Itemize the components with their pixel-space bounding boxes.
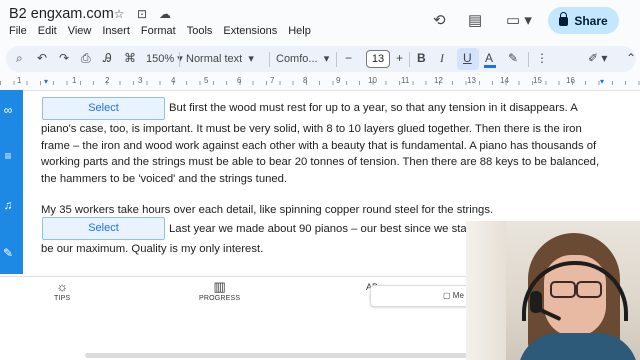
nav-tips-label: TIPS: [54, 295, 71, 302]
meet-camera-icon[interactable]: ▭ ▾: [506, 11, 532, 29]
italic-button[interactable]: I: [440, 51, 444, 66]
collapse-toolbar-icon[interactable]: ⌃: [626, 51, 636, 65]
select-dropdown[interactable]: Select: [42, 217, 165, 240]
more-options-icon[interactable]: ⋮: [536, 51, 548, 65]
ruler-number: 14: [500, 76, 509, 85]
lightbulb-icon: ☼: [56, 279, 69, 294]
editing-mode-icon[interactable]: ✐ ▾: [588, 51, 607, 65]
menu-tools[interactable]: Tools: [187, 25, 213, 37]
meet-label: Me: [452, 291, 464, 300]
ruler-ticks: [0, 81, 640, 85]
bold-button[interactable]: B: [417, 51, 426, 65]
paragraph-style-select[interactable]: Normal text ▾: [186, 52, 254, 65]
meet-pill[interactable]: ▢ Me: [370, 285, 470, 307]
right-indent-marker-icon[interactable]: ▾: [600, 77, 604, 86]
redo-icon[interactable]: ↷: [59, 51, 69, 65]
zoom-select[interactable]: 150% ▾: [146, 52, 183, 65]
pencil-icon[interactable]: ✎: [0, 245, 16, 261]
font-value: Comfo...: [276, 53, 318, 65]
version-history-icon[interactable]: ⟲: [433, 11, 446, 29]
ruler-number: 4: [171, 76, 176, 85]
comments-icon[interactable]: ▤: [468, 11, 482, 29]
ruler-number: 16: [566, 76, 575, 85]
font-size-input[interactable]: 13: [366, 50, 390, 68]
paragraph-1-line-1: But first the wood must rest for up to a…: [169, 102, 578, 114]
ruler-number: 8: [303, 76, 308, 85]
ruler-number: 6: [237, 76, 242, 85]
chat-icon: ▢: [443, 291, 451, 300]
indent-marker-icon[interactable]: ▾: [44, 77, 48, 86]
document-title[interactable]: B2 engxam.com: [9, 6, 114, 22]
paragraph-1-line-4: working parts and the strings must be ab…: [41, 156, 600, 168]
style-value: Normal text: [186, 53, 243, 65]
menu-help[interactable]: Help: [288, 25, 311, 37]
zoom-value: 150%: [146, 53, 175, 65]
spellcheck-icon[interactable]: Ꭿ: [103, 51, 112, 66]
toolbar-divider: [528, 52, 529, 67]
cloud-status-icon[interactable]: ☁: [157, 7, 173, 21]
select-dropdown[interactable]: Select: [42, 97, 165, 120]
toolbar-divider: [269, 52, 270, 67]
menu-edit[interactable]: Edit: [38, 25, 57, 37]
ruler-number: 13: [467, 76, 476, 85]
decrease-font-size-button[interactable]: −: [345, 51, 352, 65]
ruler-number: 3: [138, 76, 143, 85]
menu-format[interactable]: Format: [141, 25, 176, 37]
ruler-number: 9: [336, 76, 341, 85]
paragraph-1-line-5: the hammers to be 'voiced' and the strin…: [41, 173, 288, 185]
formatting-toolbar: ⌕ ↶ ↷ ⎙ Ꭿ ⌘ 150% ▾ Normal text ▾ Comfo..…: [6, 46, 636, 72]
toolbar-divider: [336, 52, 337, 67]
ruler-number: 15: [533, 76, 542, 85]
menu-insert[interactable]: Insert: [102, 25, 130, 37]
glasses-icon[interactable]: ∞: [0, 102, 16, 118]
ruler-number: 1: [72, 76, 77, 85]
lines-icon[interactable]: ≡: [0, 148, 16, 164]
ruler[interactable]: 1 ▾ 1 2 3 4 5 6 7 8 9 10 11 12 13 14 15 …: [0, 76, 640, 88]
toolbar-divider: [179, 52, 180, 67]
headphones-icon[interactable]: ♫: [0, 197, 16, 213]
font-select[interactable]: Comfo... ▾: [276, 52, 329, 65]
nav-tips[interactable]: ☼ TIPS: [54, 279, 70, 302]
menu-file[interactable]: File: [9, 25, 27, 37]
star-icon[interactable]: ☆: [111, 7, 127, 21]
move-to-folder-icon[interactable]: ⊡: [134, 7, 150, 21]
ruler-number: 12: [434, 76, 443, 85]
paragraph-2-line-3: be our maximum. Quality is my only inter…: [41, 243, 264, 255]
nav-progress-label: PROGRESS: [199, 295, 241, 302]
ruler-number: 5: [204, 76, 209, 85]
ruler-number: 1: [17, 76, 22, 85]
menu-extensions[interactable]: Extensions: [223, 25, 277, 37]
left-tool-strip: ∞ ≡ ♫ ✎: [0, 90, 23, 274]
lock-icon: [559, 12, 569, 26]
paragraph-2-line-2: Last year we made about 90 pianos – our …: [169, 223, 480, 235]
horizontal-scrollbar[interactable]: [85, 353, 485, 358]
paint-format-icon[interactable]: ⌘: [124, 51, 136, 65]
text-color-button[interactable]: A: [485, 51, 493, 65]
print-icon[interactable]: ⎙: [81, 51, 91, 66]
menu-view[interactable]: View: [68, 25, 92, 37]
share-label: Share: [574, 13, 608, 28]
title-bar: B2 engxam.com ☆ ⊡ ☁ File Edit View Inser…: [0, 0, 640, 40]
paragraph-1-line-2: piano's case, too, is important. It must…: [41, 123, 582, 135]
menu-bar: File Edit View Insert Format Tools Exten…: [9, 25, 322, 37]
title-icons: ☆ ⊡ ☁: [111, 7, 173, 21]
highlight-icon[interactable]: ✎: [508, 51, 518, 65]
text-color-indicator: [484, 65, 496, 68]
bar-chart-icon: ▥: [213, 279, 226, 294]
ruler-number: 2: [105, 76, 110, 85]
webcam-background-door: [466, 221, 506, 360]
nav-progress[interactable]: ▥ PROGRESS: [199, 279, 240, 302]
underline-button[interactable]: U: [463, 51, 472, 65]
ruler-number: 11: [401, 76, 410, 85]
increase-font-size-button[interactable]: +: [396, 51, 403, 65]
ruler-number: 7: [270, 76, 275, 85]
ruler-number: 10: [368, 76, 377, 85]
undo-icon[interactable]: ↶: [37, 51, 47, 65]
search-menus-icon[interactable]: ⌕: [16, 51, 23, 66]
toolbar-divider: [409, 52, 410, 67]
paragraph-1-line-3: frame – the iron and wood work against e…: [41, 140, 597, 152]
webcam-video: [466, 221, 640, 360]
share-button[interactable]: Share: [548, 7, 619, 34]
